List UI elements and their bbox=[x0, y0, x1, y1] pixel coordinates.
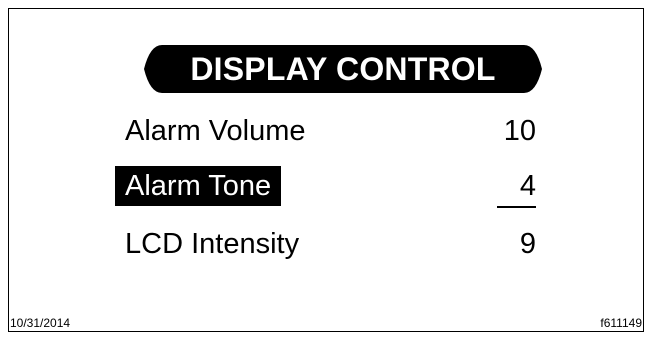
menu-item-label-selected: Alarm Tone bbox=[115, 166, 282, 206]
menu-item-alarm-tone[interactable]: Alarm Tone 4 bbox=[0, 166, 654, 206]
title-banner: DISPLAY CONTROL bbox=[144, 45, 542, 93]
screen-title: DISPLAY CONTROL bbox=[190, 51, 496, 87]
menu-item-lcd-intensity[interactable]: LCD Intensity 9 bbox=[0, 224, 654, 264]
menu-item-value: 10 bbox=[503, 115, 536, 147]
footer-figure-id: f611149 bbox=[600, 316, 642, 330]
footer-date: 10/31/2014 bbox=[10, 316, 71, 330]
menu-item-label: Alarm Volume bbox=[125, 115, 306, 147]
edit-cursor-underline bbox=[497, 206, 536, 208]
menu-item-label: LCD Intensity bbox=[125, 228, 300, 260]
menu-item-value-editable[interactable]: 4 bbox=[520, 166, 536, 206]
menu-item-alarm-volume[interactable]: Alarm Volume 10 bbox=[0, 111, 654, 151]
menu-item-value: 9 bbox=[519, 228, 536, 260]
